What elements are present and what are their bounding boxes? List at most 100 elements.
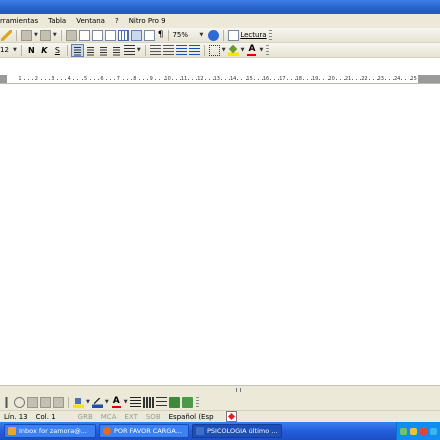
status-language[interactable]: Español (Esp (165, 413, 218, 421)
security-icon[interactable] (420, 427, 427, 435)
bullets-icon[interactable] (162, 44, 174, 56)
ruler-tick (204, 79, 206, 80)
ruler-tick (286, 79, 288, 80)
zoom-select[interactable]: 75% (172, 31, 198, 39)
ruler-number: 18 (295, 76, 302, 82)
font-color-icon[interactable]: A (246, 44, 257, 56)
align-center-button[interactable] (84, 44, 96, 56)
toolbar-options-grip[interactable] (195, 396, 199, 408)
ruler-tick (384, 79, 386, 80)
shadow-icon[interactable] (168, 396, 180, 408)
ruler-scale: 1 2 3 4 5 6 7 8 9 10 11 12 13 14 15 16 17 18 19 20 21 22 23 24 2… (0, 76, 440, 82)
scroll-thumb-grip[interactable] (236, 388, 241, 392)
ruler-tick (44, 79, 46, 80)
highlight-icon[interactable] (227, 44, 239, 56)
tables-borders-icon[interactable] (78, 29, 90, 41)
arrow-style-icon[interactable] (155, 396, 167, 408)
horizontal-ruler[interactable]: 1 2 3 4 5 6 7 8 9 10 11 12 13 14 15 16 17 18 19 20 21 22 23 24 2… (0, 74, 440, 84)
insert-table-icon[interactable] (91, 29, 103, 41)
font-size-dropdown[interactable]: ▼ (13, 47, 17, 53)
volume-icon[interactable] (410, 427, 417, 435)
document-map-icon[interactable] (143, 29, 155, 41)
toolbar-options-grip[interactable] (268, 29, 272, 41)
line-style-icon[interactable] (129, 396, 141, 408)
3d-icon[interactable] (181, 396, 193, 408)
spelling-status-icon[interactable] (225, 411, 237, 422)
insert-excel-icon[interactable] (104, 29, 116, 41)
show-hide-paragraph-icon[interactable]: ¶ (158, 30, 164, 40)
font-color-dropdown[interactable]: ▼ (259, 47, 263, 53)
ruler-tick (24, 79, 26, 80)
dash-style-icon[interactable] (142, 396, 154, 408)
fill-color-dropdown[interactable]: ▼ (86, 399, 90, 405)
formatting-toolbar: 12 ▼ N K S ▼ ▼ ▼ A ▼ (0, 43, 440, 58)
draw-font-color-icon[interactable]: A (111, 396, 122, 408)
undo-dropdown[interactable]: ▼ (34, 32, 38, 38)
update-icon[interactable] (430, 427, 437, 435)
bold-button[interactable]: N (26, 45, 37, 56)
increase-indent-icon[interactable] (188, 44, 200, 56)
separator (144, 44, 146, 56)
ruler-tick (302, 79, 304, 80)
wordart-icon[interactable] (40, 396, 51, 408)
network-icon[interactable] (400, 427, 407, 435)
ruler-tick (401, 79, 403, 80)
task-firefox[interactable]: POR FAVOR CARGA... (99, 424, 189, 438)
numbering-icon[interactable] (149, 44, 161, 56)
highlight-dropdown[interactable]: ▼ (241, 47, 245, 53)
menu-nitro-pro[interactable]: Nitro Pro 9 (124, 14, 171, 28)
align-right-button[interactable] (97, 44, 109, 56)
line-spacing-dropdown[interactable]: ▼ (137, 47, 141, 53)
menu-ventana[interactable]: Ventana (71, 14, 110, 28)
task-word-document[interactable]: PSICOLOGIA último ... (192, 424, 282, 438)
arrow-icon[interactable] (1, 396, 12, 408)
fill-color-icon[interactable] (73, 396, 84, 408)
borders-dropdown[interactable]: ▼ (222, 47, 226, 53)
justify-button[interactable] (110, 44, 122, 56)
task-inbox[interactable]: Inbox for zamora@... (4, 424, 96, 438)
undo-icon[interactable] (21, 29, 32, 41)
zoom-dropdown[interactable]: ▼ (199, 32, 203, 38)
menu-tabla[interactable]: Tabla (43, 14, 71, 28)
ruler-tick (208, 79, 210, 80)
status-overtype[interactable]: SOB (142, 413, 165, 421)
line-spacing-icon[interactable] (123, 44, 135, 56)
status-track-changes[interactable]: MCA (97, 413, 121, 421)
oval-icon[interactable] (14, 396, 25, 408)
align-left-button[interactable] (70, 43, 84, 57)
line-color-icon[interactable] (91, 396, 103, 408)
redo-dropdown[interactable]: ▼ (53, 32, 57, 38)
drawing-toolbar: ▼ ▼ A ▼ (0, 394, 440, 410)
status-extend[interactable]: EXT (120, 413, 141, 421)
redo-icon[interactable] (39, 29, 51, 41)
textbox-icon[interactable] (27, 396, 38, 408)
font-size-select[interactable]: 12 (0, 46, 12, 54)
columns-icon[interactable] (117, 29, 129, 41)
menu-herramientas[interactable]: rramientas (0, 14, 43, 28)
horizontal-scrollbar[interactable] (0, 385, 440, 394)
toolbar-options-grip[interactable] (266, 44, 270, 56)
outlook-icon (8, 427, 16, 435)
borders-icon[interactable] (208, 44, 220, 56)
decrease-indent-icon[interactable] (175, 44, 187, 56)
help-icon[interactable] (208, 29, 220, 41)
document-page[interactable] (0, 85, 440, 385)
ruler-tick (130, 79, 132, 80)
status-record[interactable]: GRB (74, 413, 97, 421)
ruler-number: 5 (84, 76, 88, 82)
drawing-icon[interactable] (130, 29, 142, 41)
ruler-tick (32, 79, 34, 80)
reading-layout-icon[interactable] (228, 29, 240, 41)
line-color-dropdown[interactable]: ▼ (105, 399, 109, 405)
ruler-number: 22 (361, 76, 368, 82)
ruler-tick (126, 79, 128, 80)
italic-button[interactable]: K (39, 45, 50, 56)
reading-layout-button[interactable]: Lectura (240, 31, 266, 39)
hyperlink-icon[interactable] (65, 29, 77, 41)
menu-help[interactable]: ? (110, 14, 124, 28)
draw-font-color-dropdown[interactable]: ▼ (124, 399, 128, 405)
underline-button[interactable]: S (52, 45, 63, 56)
clipart-icon[interactable] (53, 396, 64, 408)
ruler-tick (65, 79, 67, 80)
pen-icon[interactable] (1, 29, 12, 41)
